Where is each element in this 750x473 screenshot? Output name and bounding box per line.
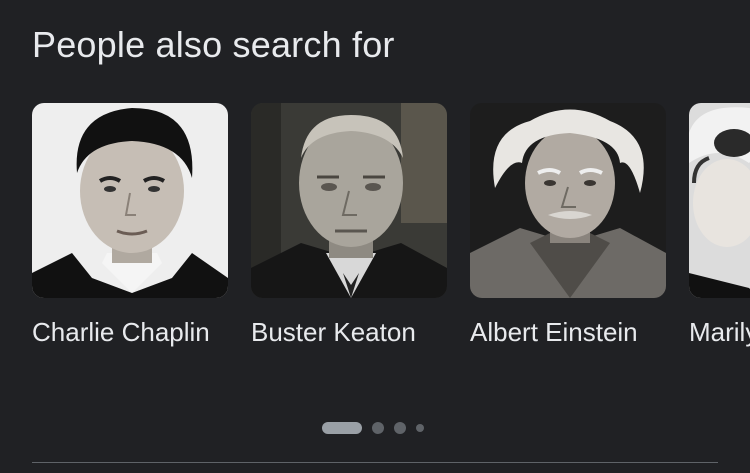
carousel-pagination [322, 421, 434, 435]
pagination-dot[interactable] [416, 424, 424, 432]
section-title: People also search for [32, 24, 395, 65]
portrait-image [251, 103, 447, 298]
person-photo[interactable] [32, 103, 228, 298]
person-name[interactable]: Charlie Chaplin [32, 314, 228, 350]
pagination-dot[interactable] [394, 422, 406, 434]
section-divider [32, 462, 718, 463]
portrait-image [470, 103, 666, 298]
pagination-dot[interactable] [372, 422, 384, 434]
pagination-dot-active[interactable] [322, 422, 362, 434]
person-photo[interactable] [251, 103, 447, 298]
person-photo[interactable] [689, 103, 750, 298]
person-card-marilyn-monroe[interactable]: Marilyn Monroe [689, 103, 750, 350]
people-carousel[interactable]: Charlie Chaplin Buster Keaton Albert Ein… [32, 103, 750, 393]
person-name[interactable]: Buster Keaton [251, 314, 447, 350]
people-also-search-for-panel: People also search for Charlie Chaplin B… [0, 0, 750, 473]
person-photo[interactable] [470, 103, 666, 298]
person-card-charlie-chaplin[interactable]: Charlie Chaplin [32, 103, 228, 350]
person-name[interactable]: Marilyn Monroe [689, 314, 750, 350]
person-card-albert-einstein[interactable]: Albert Einstein [470, 103, 666, 350]
person-card-buster-keaton[interactable]: Buster Keaton [251, 103, 447, 350]
person-name[interactable]: Albert Einstein [470, 314, 666, 350]
portrait-image [689, 103, 750, 298]
portrait-image [32, 103, 228, 298]
